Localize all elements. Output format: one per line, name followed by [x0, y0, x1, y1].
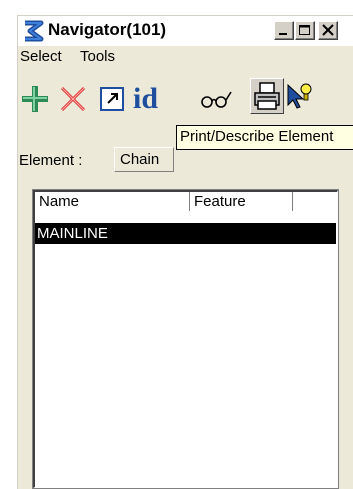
- menu-select[interactable]: Select: [20, 48, 62, 65]
- review-glasses-icon: [201, 91, 232, 108]
- title-bar[interactable]: Navigator(101): [18, 16, 353, 46]
- element-type-selector[interactable]: Chain: [114, 147, 174, 172]
- svg-text:id: id: [133, 82, 158, 115]
- column-header-feature[interactable]: Feature: [190, 192, 293, 211]
- element-list[interactable]: Name Feature MAINLINE: [32, 189, 339, 489]
- menu-bar: Select Tools: [18, 46, 353, 68]
- column-header-name[interactable]: Name: [35, 192, 190, 211]
- add-icon: [22, 86, 48, 112]
- maximize-button[interactable]: [295, 21, 315, 40]
- pointer-highlight-button[interactable]: [284, 81, 314, 113]
- printer-icon: [254, 82, 280, 110]
- toolbar: id: [18, 72, 353, 122]
- add-button[interactable]: [20, 84, 50, 114]
- pointer-highlight-icon: [287, 83, 312, 109]
- navigator-window: Navigator(101) Select Tools id Print/Des…: [17, 15, 353, 489]
- close-button[interactable]: [318, 21, 338, 40]
- window-select-button[interactable]: [98, 85, 126, 113]
- maximize-icon: [299, 25, 310, 35]
- delete-icon: [60, 86, 86, 112]
- minimize-button[interactable]: [274, 21, 294, 40]
- menu-tools[interactable]: Tools: [80, 48, 115, 65]
- element-label: Element :: [19, 152, 83, 169]
- delete-button[interactable]: [58, 84, 88, 114]
- window-title: Navigator(101): [48, 20, 167, 39]
- app-logo-icon: [22, 20, 46, 42]
- tooltip: Print/Describe Element: [176, 125, 353, 150]
- id-button[interactable]: id: [131, 80, 175, 116]
- window-select-icon: [100, 87, 124, 111]
- review-button[interactable]: [199, 88, 233, 110]
- id-icon: id: [133, 82, 158, 115]
- list-header: Name Feature: [35, 192, 336, 212]
- list-item[interactable]: MAINLINE: [35, 223, 336, 244]
- print-describe-button[interactable]: [250, 78, 284, 114]
- minimize-icon: [279, 33, 287, 35]
- close-icon: [322, 24, 334, 36]
